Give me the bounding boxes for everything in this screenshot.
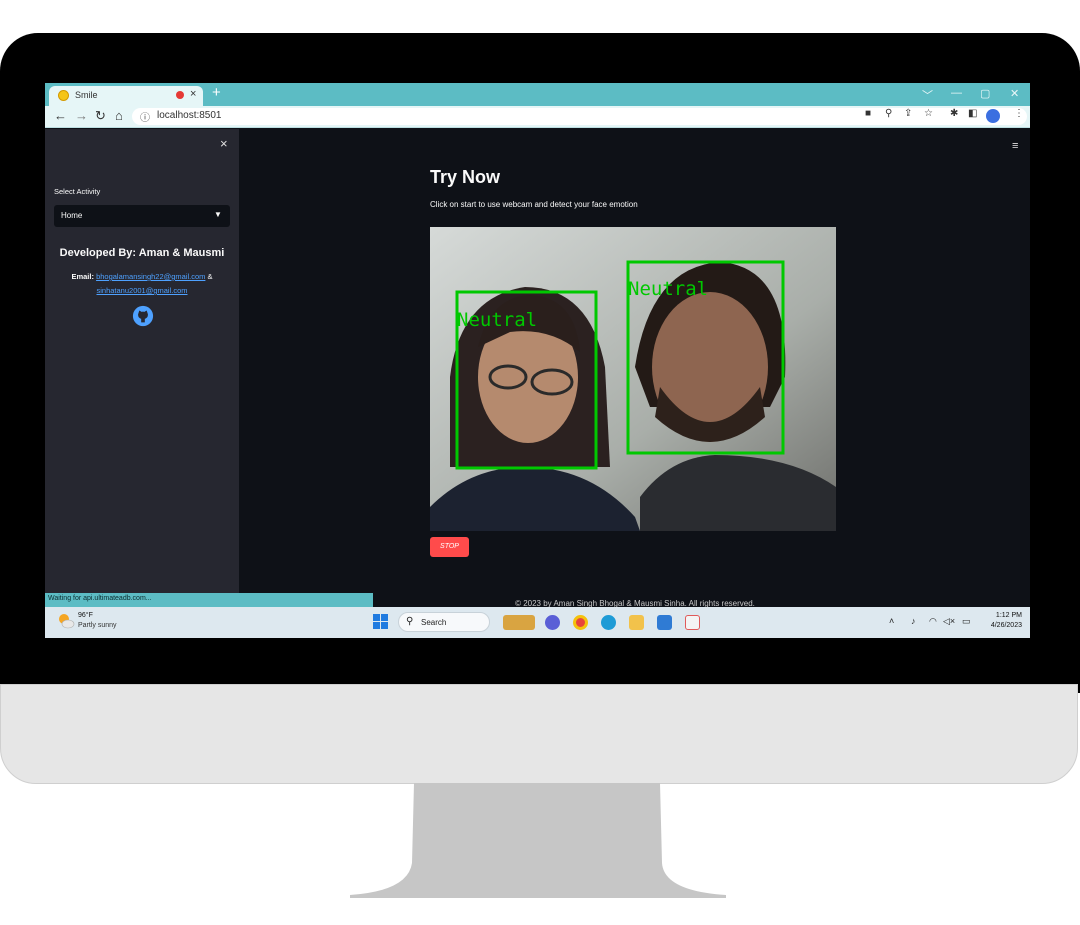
chevron-down-icon: ▼: [214, 210, 222, 219]
github-icon[interactable]: [132, 305, 154, 327]
new-tab-button[interactable]: +: [212, 85, 221, 101]
clock-time[interactable]: 1:12 PM: [978, 612, 1022, 619]
emotion-label-2: Neutral: [628, 278, 708, 300]
email-link-1[interactable]: bhogalamansingh22@gmail.com: [96, 272, 205, 281]
monitor-stand: [350, 783, 726, 898]
search-label: Search: [421, 618, 447, 627]
volume-icon[interactable]: ◁×: [943, 616, 955, 627]
tab-close-button[interactable]: ×: [190, 88, 196, 100]
microphone-icon[interactable]: ♪: [911, 616, 916, 626]
recording-icon: [176, 91, 184, 99]
extensions-icon[interactable]: ✱: [950, 108, 958, 119]
battery-icon[interactable]: ▭: [962, 616, 971, 627]
webcam-image: Neutral Neutral: [430, 227, 836, 531]
email-line-2: sinhatanu2001@gmail.com: [45, 286, 239, 295]
maximize-button[interactable]: ▢: [980, 87, 990, 100]
sidebar: × Select Activity Home ▼ Developed By: A…: [45, 129, 239, 607]
bookmark-star-icon[interactable]: ☆: [924, 108, 933, 119]
email-line: Email: bhogalamansingh22@gmail.com &: [45, 272, 239, 281]
browser-tab[interactable]: Smile ×: [49, 86, 203, 106]
share-icon[interactable]: ⇪: [904, 108, 912, 119]
edge-icon[interactable]: [601, 615, 616, 630]
clock-date[interactable]: 4/26/2023: [978, 622, 1022, 629]
address-bar[interactable]: ⓘ localhost:8501: [132, 108, 1027, 125]
vscode-icon[interactable]: [657, 615, 672, 630]
widgets-icon[interactable]: [503, 615, 535, 630]
forward-icon[interactable]: →: [75, 109, 88, 123]
weather-desc: Partly sunny: [78, 622, 117, 629]
tab-search-icon[interactable]: ﹀: [922, 87, 933, 103]
taskbar-search[interactable]: ⚲ Search: [398, 612, 490, 632]
email-label: Email:: [71, 272, 94, 281]
weather-temp: 96°F: [78, 612, 93, 619]
smile-favicon-icon: [58, 90, 69, 101]
reload-icon[interactable]: ↻: [95, 109, 106, 123]
url-text: localhost:8501: [157, 110, 222, 121]
windows-taskbar: 96°F Partly sunny ⚲ Search ˄ ♪ ◠ ◁× ▭ 1:…: [45, 607, 1030, 638]
home-icon[interactable]: ⌂: [115, 109, 123, 123]
file-explorer-icon[interactable]: [629, 615, 644, 630]
browser-toolbar: ← → ↻ ⌂ ⓘ localhost:8501 ■ ⚲ ⇪ ☆ ✱ ◧ ⋮: [45, 106, 1030, 128]
browser-tab-strip: Smile × + ﹀ — ▢ ✕: [45, 83, 1030, 106]
emotion-label-1: Neutral: [457, 309, 537, 331]
zoom-icon[interactable]: ⚲: [885, 108, 892, 119]
stop-button[interactable]: STOP: [430, 537, 469, 557]
app-icon[interactable]: [685, 615, 700, 630]
camera-icon[interactable]: ■: [865, 108, 871, 119]
minimize-button[interactable]: —: [951, 87, 962, 99]
page-title: Try Now: [430, 167, 501, 187]
weather-sun-cloud-icon[interactable]: [57, 612, 75, 630]
back-icon[interactable]: ←: [54, 109, 67, 123]
email-separator: &: [207, 272, 213, 281]
tray-chevron-up-icon[interactable]: ˄: [889, 616, 894, 626]
menu-icon[interactable]: ⋮: [1014, 108, 1024, 119]
tab-title: Smile: [75, 90, 98, 100]
close-window-button[interactable]: ✕: [1010, 87, 1019, 100]
chrome-icon[interactable]: [573, 615, 588, 630]
windows-start-icon[interactable]: [373, 614, 388, 629]
wifi-icon[interactable]: ◠: [929, 616, 937, 627]
side-panel-icon[interactable]: ◧: [968, 108, 977, 119]
status-text: Waiting for api.ultimateadb.com...: [48, 595, 152, 602]
hamburger-menu-icon[interactable]: ≡: [1012, 140, 1018, 152]
search-icon: ⚲: [406, 616, 414, 627]
email-link-2[interactable]: sinhatanu2001@gmail.com: [97, 286, 188, 295]
profile-avatar[interactable]: [986, 109, 1000, 123]
select-activity-label: Select Activity: [54, 187, 101, 196]
monitor-chin: [0, 684, 1078, 784]
site-info-icon[interactable]: ⓘ: [140, 109, 150, 124]
activity-select[interactable]: Home ▼: [54, 205, 230, 227]
page-subtitle: Click on start to use webcam and detect …: [430, 200, 638, 209]
webcam-feed: Neutral Neutral: [430, 227, 836, 531]
developed-by: Developed By: Aman & Mausmi: [59, 247, 225, 259]
screen: Smile × + ﹀ — ▢ ✕ ← → ↻ ⌂ ⓘ localhost:85…: [45, 83, 1030, 638]
browser-status-bar: Waiting for api.ultimateadb.com...: [45, 593, 373, 607]
teams-chat-icon[interactable]: [545, 615, 560, 630]
sidebar-close-button[interactable]: ×: [220, 136, 228, 151]
activity-select-value: Home: [61, 211, 83, 220]
